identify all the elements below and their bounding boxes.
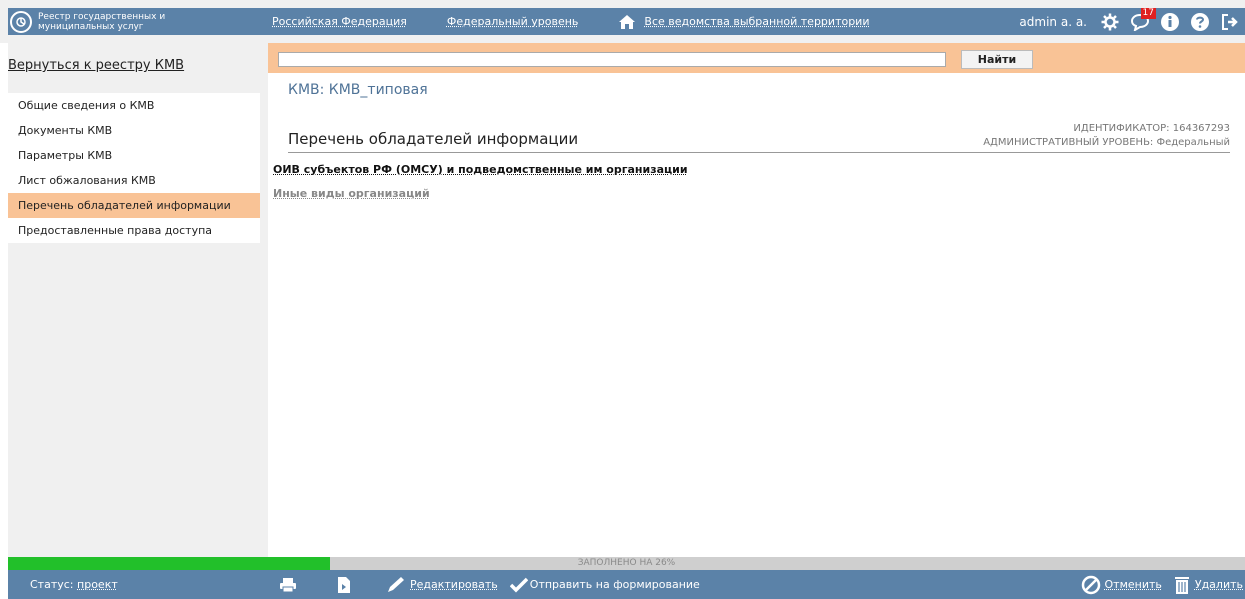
divider xyxy=(288,152,1230,153)
admin-level: АДМИНИСТРАТИВНЫЙ УРОВЕНЬ: Федеральный xyxy=(983,137,1230,148)
checkmark-icon xyxy=(509,577,528,592)
logout-icon[interactable] xyxy=(1219,11,1241,33)
delete-button[interactable]: Удалить xyxy=(1174,575,1243,595)
record-meta: ИДЕНТИФИКАТОР: 164367293 АДМИНИСТРАТИВНЫ… xyxy=(983,122,1230,150)
sidebar-item-documents[interactable]: Документы КМВ xyxy=(8,118,260,143)
export-document-icon[interactable] xyxy=(334,575,354,595)
sidebar-item-access-rights[interactable]: Предоставленные права доступа xyxy=(8,218,260,243)
settings-gear-icon[interactable] xyxy=(1099,11,1121,33)
delete-label: Удалить xyxy=(1194,578,1243,591)
notifications-badge: 17 xyxy=(1140,7,1156,19)
info-icon[interactable] xyxy=(1159,11,1181,33)
back-to-registry-link[interactable]: Вернуться к реестру КМВ xyxy=(8,58,184,73)
send-label: Отправить на формирование xyxy=(529,578,700,591)
header: Реестр государственных и муниципальных у… xyxy=(8,7,1245,35)
progress-label: ЗАПОЛНЕНО НА 26% xyxy=(577,558,676,568)
status: Статус: проект xyxy=(8,578,268,591)
status-value-link[interactable]: проект xyxy=(77,578,118,591)
edit-button[interactable]: Редактировать xyxy=(386,576,498,594)
identifier: ИДЕНТИФИКАТОР: 164367293 xyxy=(1073,123,1230,134)
sidebar-menu: Общие сведения о КМВ Документы КМВ Парам… xyxy=(8,93,260,243)
search-bar: Найти xyxy=(268,43,1245,73)
trash-icon xyxy=(1174,576,1189,594)
sidebar-item-general[interactable]: Общие сведения о КМВ xyxy=(8,93,260,118)
app-logo[interactable]: Реестр государственных и муниципальных у… xyxy=(8,8,268,35)
agencies-link[interactable]: Все ведомства выбранной территории xyxy=(644,15,869,28)
search-input[interactable] xyxy=(278,52,946,67)
user-name[interactable]: admin a. a. xyxy=(1019,15,1087,29)
kmv-title: КМВ: КМВ_типовая xyxy=(288,82,428,98)
help-icon[interactable] xyxy=(1189,11,1211,33)
other-organizations-link[interactable]: Иные виды организаций xyxy=(273,187,430,200)
top-bar: Реестр государственных и муниципальных у… xyxy=(0,0,1245,43)
bottom-toolbar: Статус: проект Редактировать Отправить н… xyxy=(8,570,1245,599)
level-link[interactable]: Федеральный уровень xyxy=(447,15,579,28)
search-button[interactable]: Найти xyxy=(961,50,1033,69)
send-to-formation-button[interactable]: Отправить на формирование xyxy=(509,577,700,593)
oiv-organizations-link[interactable]: ОИВ субъектов РФ (ОМСУ) и подведомственн… xyxy=(273,163,688,176)
region-link[interactable]: Российская Федерация xyxy=(272,15,407,28)
cancel-icon xyxy=(1081,575,1100,594)
logo-line-1: Реестр государственных и xyxy=(38,11,166,22)
completion-progress: ЗАПОЛНЕНО НА 26% xyxy=(8,557,1245,570)
home-icon[interactable] xyxy=(618,14,636,30)
pencil-icon xyxy=(388,576,404,592)
sidebar-item-appeals[interactable]: Лист обжалования КМВ xyxy=(8,168,260,193)
cancel-button[interactable]: Отменить xyxy=(1081,575,1162,595)
logo-line-2: муниципальных услуг xyxy=(38,21,144,32)
print-icon[interactable] xyxy=(278,575,298,595)
sidebar: Вернуться к реестру КМВ Общие сведения о… xyxy=(8,43,268,557)
status-label: Статус: xyxy=(30,578,74,591)
sidebar-item-info-holders[interactable]: Перечень обладателей информации xyxy=(8,193,260,218)
cancel-label: Отменить xyxy=(1104,578,1162,591)
page-title: Перечень обладателей информации xyxy=(288,130,579,148)
sidebar-item-parameters[interactable]: Параметры КМВ xyxy=(8,143,260,168)
edit-label: Редактировать xyxy=(410,578,498,591)
messages-icon[interactable]: 17 xyxy=(1129,7,1156,33)
logo-icon xyxy=(10,10,32,33)
